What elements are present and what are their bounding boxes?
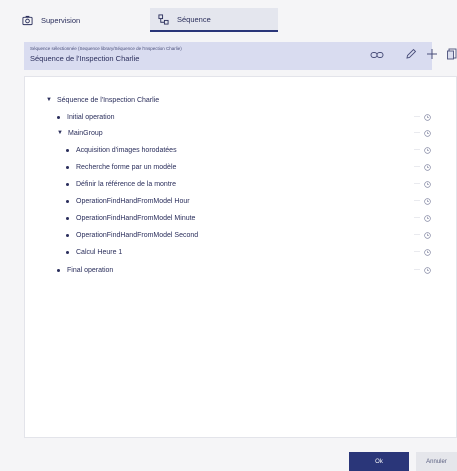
more-icon[interactable]: ··· (414, 215, 420, 221)
tab-supervision-label: Supervision (41, 15, 81, 25)
tree-group-main[interactable]: ▼ MainGroup (57, 127, 103, 139)
row-actions: ··· (414, 127, 431, 139)
tree-item[interactable]: Acquisition d'images horodatées (66, 144, 177, 156)
bullet-icon (66, 199, 69, 203)
clock-icon[interactable] (424, 214, 431, 222)
tab-supervision[interactable]: Supervision (10, 8, 140, 32)
clock-icon[interactable] (424, 266, 431, 274)
bullet-icon (66, 216, 69, 220)
row-actions: ··· (414, 212, 431, 224)
selected-sequence-value: Séquence de l'Inspection Charlie (30, 54, 140, 63)
tree-group-label: MainGroup (68, 129, 103, 137)
bullet-icon (57, 268, 60, 272)
tab-bar: Supervision Séquence (0, 0, 457, 38)
more-icon[interactable]: ··· (414, 164, 420, 170)
clock-icon[interactable] (424, 146, 431, 154)
more-icon[interactable]: ··· (414, 267, 420, 273)
tree-item-label: Recherche forme par un modèle (76, 163, 177, 171)
clock-icon[interactable] (424, 197, 431, 205)
row-actions: ··· (414, 195, 431, 207)
more-icon[interactable]: ··· (414, 130, 420, 136)
bullet-icon (66, 182, 69, 186)
tree-item-label: Acquisition d'images horodatées (76, 146, 177, 154)
bullet-icon (66, 250, 69, 254)
caret-down-icon[interactable]: ▼ (57, 130, 63, 136)
tree-item[interactable]: OperationFindHandFromModel Hour (66, 195, 190, 207)
row-actions: ··· (414, 111, 431, 123)
more-icon[interactable]: ··· (414, 181, 420, 187)
bullet-icon (66, 233, 69, 237)
more-icon[interactable]: ··· (414, 198, 420, 204)
copy-icon[interactable] (447, 48, 457, 60)
row-actions: ··· (414, 161, 431, 173)
bullet-icon (66, 148, 69, 152)
clock-icon[interactable] (424, 129, 431, 137)
link-icon[interactable] (370, 50, 384, 60)
caret-down-icon[interactable]: ▼ (46, 97, 52, 103)
tree-root[interactable]: ▼ Séquence de l'Inspection Charlie (46, 94, 159, 106)
pencil-icon[interactable] (405, 48, 417, 60)
selected-sequence-caption: Séquence sélectionnée (Sequence library/… (30, 46, 182, 51)
clock-icon[interactable] (424, 231, 431, 239)
clock-icon[interactable] (424, 248, 431, 256)
tree-item-label: Calcul Heure 1 (76, 248, 123, 256)
tree-item[interactable]: OperationFindHandFromModel Second (66, 229, 198, 241)
tree-item-label: Définir la référence de la montre (76, 180, 176, 188)
row-actions: ··· (414, 144, 431, 156)
tree-root-label: Séquence de l'Inspection Charlie (57, 96, 160, 104)
tree-item-final[interactable]: Final operation (57, 264, 113, 276)
tree-item-label: Initial operation (67, 113, 115, 121)
row-actions: ··· (414, 229, 431, 241)
clock-icon[interactable] (424, 163, 431, 171)
tree-item[interactable]: Calcul Heure 1 (66, 246, 122, 258)
tree-item-initial[interactable]: Initial operation (57, 111, 114, 123)
more-icon[interactable]: ··· (414, 232, 420, 238)
tree-item-label: OperationFindHandFromModel Second (76, 231, 199, 239)
camera-icon (22, 15, 33, 25)
tree-item[interactable]: Recherche forme par un modèle (66, 161, 176, 173)
bullet-icon (57, 115, 60, 119)
tree-item-label: OperationFindHandFromModel Minute (76, 214, 196, 222)
tree-item[interactable]: Définir la référence de la montre (66, 178, 176, 190)
tree-item-label: OperationFindHandFromModel Hour (76, 197, 190, 205)
more-icon[interactable]: ··· (414, 114, 420, 120)
clock-icon[interactable] (424, 113, 431, 121)
tab-sequence[interactable]: Séquence (150, 8, 278, 32)
row-actions: ··· (414, 264, 431, 276)
sequence-icon (158, 13, 169, 25)
row-actions: ··· (414, 178, 431, 190)
more-icon[interactable]: ··· (414, 147, 420, 153)
cancel-button[interactable]: Annuler (416, 452, 457, 471)
row-actions: ··· (414, 246, 431, 258)
tree-item[interactable]: OperationFindHandFromModel Minute (66, 212, 195, 224)
clock-icon[interactable] (424, 180, 431, 188)
bullet-icon (66, 165, 69, 169)
ok-button[interactable]: Ok (349, 452, 409, 471)
tab-sequence-label: Séquence (177, 14, 211, 24)
more-icon[interactable]: ··· (414, 249, 420, 255)
tree-item-label: Final operation (67, 266, 114, 274)
plus-icon[interactable] (426, 48, 438, 60)
